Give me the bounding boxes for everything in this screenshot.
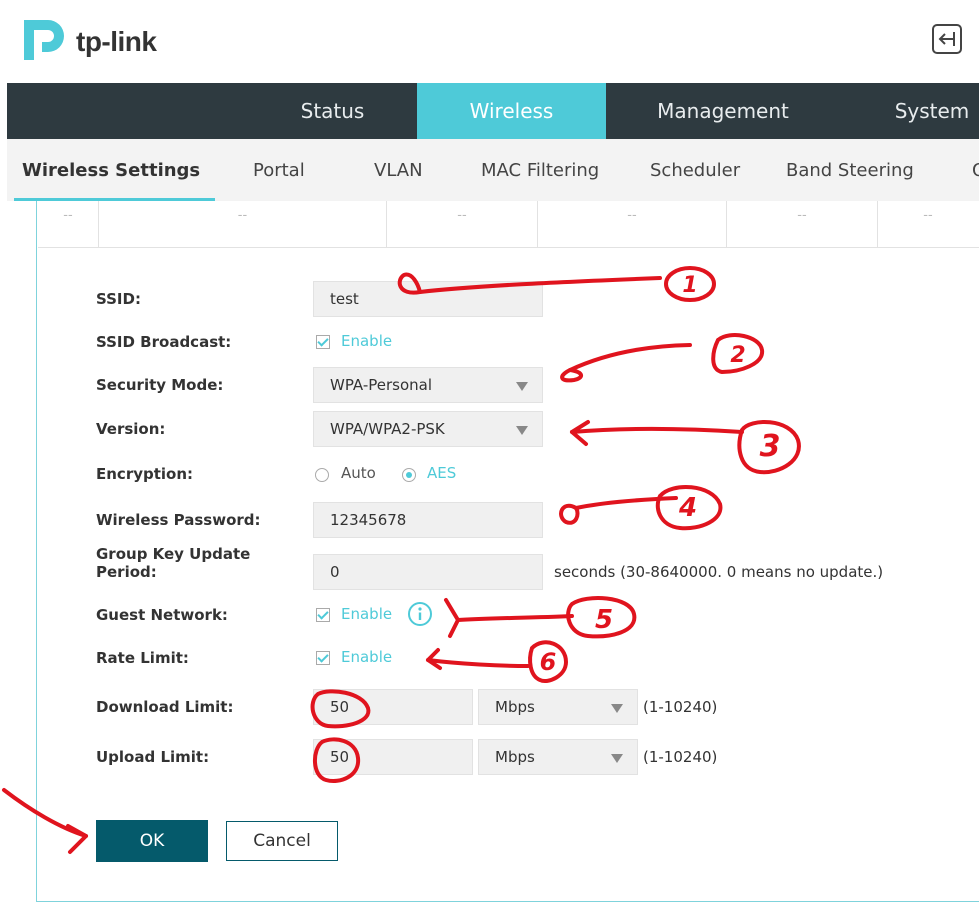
table-cell: -- <box>99 201 387 247</box>
sub-nav: Wireless Settings Portal VLAN MAC Filter… <box>7 139 979 201</box>
download-unit-select[interactable]: Mbps <box>478 689 638 725</box>
tab-management[interactable]: Management <box>625 83 821 139</box>
encryption-auto-label: Auto <box>341 464 376 482</box>
version-value: WPA/WPA2-PSK <box>330 420 445 438</box>
subtab-portal[interactable]: Portal <box>253 139 305 201</box>
table-cell: -- <box>387 201 538 247</box>
subtab-overflow[interactable]: Q <box>972 139 979 201</box>
wireless-password-input[interactable]: 12345678 <box>313 502 543 538</box>
table-cell: -- <box>38 201 99 247</box>
chevron-down-icon <box>516 382 528 391</box>
table-cell: -- <box>538 201 727 247</box>
subtab-mac-filtering[interactable]: MAC Filtering <box>481 139 599 201</box>
download-unit-value: Mbps <box>495 698 535 716</box>
upload-limit-label: Upload Limit: <box>96 748 210 766</box>
ssid-broadcast-label: SSID Broadcast: <box>96 333 232 351</box>
tab-status[interactable]: Status <box>260 83 405 139</box>
brand-name: tp-link <box>76 26 157 57</box>
subtab-wireless-settings[interactable]: Wireless Settings <box>22 139 200 201</box>
tab-wireless[interactable]: Wireless <box>417 83 606 139</box>
main-nav: Status Wireless Management System <box>7 83 979 139</box>
chevron-down-icon <box>611 704 623 713</box>
security-mode-select[interactable]: WPA-Personal <box>313 367 543 403</box>
table-cell: -- <box>923 208 933 223</box>
rate-limit-label: Rate Limit: <box>96 649 189 667</box>
ok-button[interactable]: OK <box>96 820 208 862</box>
upload-limit-input[interactable]: 50 <box>313 739 473 775</box>
group-key-hint: seconds (30-8640000. 0 means no update.) <box>554 563 884 581</box>
info-icon[interactable] <box>407 601 433 627</box>
tp-link-logo-icon <box>24 20 64 60</box>
encryption-auto-radio[interactable] <box>315 468 329 482</box>
tp-link-logo[interactable]: tp-link <box>20 14 170 66</box>
upload-unit-value: Mbps <box>495 748 535 766</box>
subtab-scheduler[interactable]: Scheduler <box>650 139 740 201</box>
subtab-vlan[interactable]: VLAN <box>374 139 423 201</box>
group-key-input[interactable]: 0 <box>313 554 543 590</box>
ssid-input[interactable]: test <box>313 281 543 317</box>
group-key-label: Group Key Update Period: <box>96 545 251 581</box>
encryption-aes-radio[interactable] <box>402 468 416 482</box>
download-limit-input[interactable]: 50 <box>313 689 473 725</box>
logout-icon[interactable] <box>930 22 964 56</box>
upload-unit-select[interactable]: Mbps <box>478 739 638 775</box>
download-limit-range: (1-10240) <box>643 698 718 716</box>
download-limit-label: Download Limit: <box>96 698 234 716</box>
ssid-label: SSID: <box>96 290 141 308</box>
encryption-aes-label: AES <box>427 464 457 482</box>
ssid-broadcast-checkbox[interactable] <box>316 335 330 349</box>
table-cell: -- <box>727 201 878 247</box>
version-select[interactable]: WPA/WPA2-PSK <box>313 411 543 447</box>
chevron-down-icon <box>611 754 623 763</box>
chevron-down-icon <box>516 426 528 435</box>
encryption-label: Encryption: <box>96 465 194 483</box>
security-mode-label: Security Mode: <box>96 376 224 394</box>
header: tp-link <box>0 0 979 83</box>
subtab-band-steering[interactable]: Band Steering <box>786 139 914 201</box>
security-mode-value: WPA-Personal <box>330 376 433 394</box>
ssid-broadcast-option: Enable <box>341 332 393 350</box>
wireless-password-label: Wireless Password: <box>96 511 261 529</box>
guest-network-option: Enable <box>341 605 393 623</box>
upload-limit-range: (1-10240) <box>643 748 718 766</box>
ssid-table-row: -- -- -- -- -- -- <box>38 201 979 248</box>
rate-limit-checkbox[interactable] <box>316 651 330 665</box>
guest-network-checkbox[interactable] <box>316 608 330 622</box>
tab-system[interactable]: System <box>877 83 979 139</box>
version-label: Version: <box>96 420 166 438</box>
cancel-button[interactable]: Cancel <box>226 821 338 861</box>
guest-network-label: Guest Network: <box>96 606 228 624</box>
rate-limit-option: Enable <box>341 648 393 666</box>
